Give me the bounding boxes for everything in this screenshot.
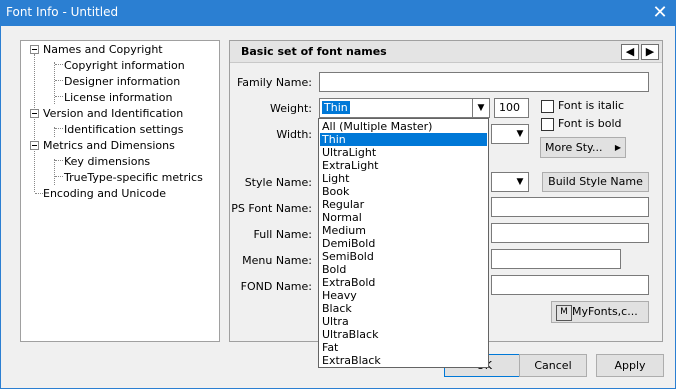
weight-option[interactable]: All (Multiple Master) xyxy=(320,120,487,133)
font-is-bold-checkbox[interactable] xyxy=(541,118,554,131)
weight-option[interactable]: SemiBold xyxy=(320,250,487,263)
arrow-left-icon: ◀ xyxy=(625,45,635,58)
fond-name-input[interactable] xyxy=(491,275,649,295)
chevron-down-icon[interactable]: ▼ xyxy=(512,173,528,191)
menu-name-input[interactable] xyxy=(491,249,621,269)
weight-option[interactable]: Black xyxy=(320,302,487,315)
weight-label: Weight: xyxy=(269,102,312,115)
title-bar: Font Info - Untitled ✕ xyxy=(0,0,676,26)
chevron-down-icon[interactable]: ▼ xyxy=(512,125,528,143)
weight-option[interactable]: Heavy xyxy=(320,289,487,302)
width-combo[interactable]: ▼ xyxy=(491,124,529,144)
tree-item-encoding-unicode[interactable]: Encoding and Unicode xyxy=(43,187,166,200)
weight-option[interactable]: UltraBlack xyxy=(320,328,487,341)
weight-option[interactable]: DemiBold xyxy=(320,237,487,250)
weight-option[interactable]: UltraLight xyxy=(320,146,487,159)
weight-option[interactable]: Medium xyxy=(320,224,487,237)
font-is-bold-label: Font is bold xyxy=(558,117,622,130)
tree-item-truetype-metrics[interactable]: TrueType-specific metrics xyxy=(64,171,203,184)
weight-option[interactable]: Regular xyxy=(320,198,487,211)
tree-item-copyright-information[interactable]: Copyright information xyxy=(64,59,185,72)
font-is-italic-checkbox[interactable] xyxy=(541,100,554,113)
tree-item-metrics-dimensions[interactable]: Metrics and Dimensions xyxy=(43,139,175,152)
arrow-right-icon: ▶ xyxy=(645,45,655,58)
myfonts-label: MyFonts,c... xyxy=(572,305,638,318)
window-title: Font Info - Untitled xyxy=(6,5,119,19)
weight-option[interactable]: Thin xyxy=(320,133,487,146)
weight-combo[interactable]: Thin ▼ xyxy=(319,98,490,118)
collapse-icon[interactable] xyxy=(30,109,39,118)
weight-dropdown-list: All (Multiple Master) Thin UltraLight Extra… xyxy=(318,118,489,368)
font-info-window: Font Info - Untitled ✕ Names and Copyrig… xyxy=(0,0,676,389)
style-name-combo[interactable]: ▼ xyxy=(491,172,529,192)
previous-page-button[interactable]: ◀ xyxy=(621,44,639,60)
menu-name-label: Menu Name: xyxy=(242,254,312,267)
fond-name-label: FOND Name: xyxy=(240,280,312,293)
family-name-label: Family Name: xyxy=(236,76,312,89)
full-name-label: Full Name: xyxy=(253,228,312,241)
panel-header: Basic set of font names ◀ ▶ xyxy=(230,41,662,63)
apply-button[interactable]: Apply xyxy=(596,354,664,377)
close-icon[interactable]: ✕ xyxy=(649,2,671,24)
tree-item-identification-settings[interactable]: Identification settings xyxy=(64,123,184,136)
next-page-button[interactable]: ▶ xyxy=(641,44,659,60)
weight-option[interactable]: Light xyxy=(320,172,487,185)
category-tree: Names and Copyright Copyright informatio… xyxy=(20,40,220,342)
weight-option[interactable]: Normal xyxy=(320,211,487,224)
collapse-icon[interactable] xyxy=(30,141,39,150)
tree-item-version-identification[interactable]: Version and Identification xyxy=(43,107,183,120)
myfonts-icon: M xyxy=(556,305,572,321)
family-name-input[interactable] xyxy=(319,72,649,92)
weight-option[interactable]: ExtraLight xyxy=(320,159,487,172)
tree-item-designer-information[interactable]: Designer information xyxy=(64,75,180,88)
font-is-italic-label: Font is italic xyxy=(558,99,624,112)
tree-item-names-copyright[interactable]: Names and Copyright xyxy=(43,43,163,56)
more-styles-label: More Sty... xyxy=(545,141,603,154)
weight-option[interactable]: Book xyxy=(320,185,487,198)
ps-font-name-input[interactable] xyxy=(491,197,649,217)
full-name-input[interactable] xyxy=(491,223,649,243)
style-name-label: Style Name: xyxy=(244,176,312,189)
weight-value: Thin xyxy=(322,101,350,114)
more-styles-button[interactable]: More Sty... ▶ xyxy=(540,137,626,158)
weight-number-input[interactable]: 100 xyxy=(494,98,529,118)
arrow-right-icon: ▶ xyxy=(614,143,621,152)
tree-item-license-information[interactable]: License information xyxy=(64,91,172,104)
weight-option[interactable]: Ultra xyxy=(320,315,487,328)
chevron-down-icon[interactable]: ▼ xyxy=(472,99,489,117)
cancel-button[interactable]: Cancel xyxy=(519,354,587,377)
weight-option[interactable]: Bold xyxy=(320,263,487,276)
myfonts-button[interactable]: M MyFonts,c... xyxy=(551,301,649,323)
weight-option[interactable]: ExtraBold xyxy=(320,276,487,289)
ps-font-name-label: PS Font Name: xyxy=(231,202,312,215)
weight-option[interactable]: ExtraBlack xyxy=(320,354,487,367)
width-label: Width: xyxy=(276,128,312,141)
weight-option[interactable]: Fat xyxy=(320,341,487,354)
collapse-icon[interactable] xyxy=(30,45,39,54)
panel-title: Basic set of font names xyxy=(241,45,387,58)
build-style-name-button[interactable]: Build Style Name xyxy=(542,172,649,192)
tree-item-key-dimensions[interactable]: Key dimensions xyxy=(64,155,150,168)
